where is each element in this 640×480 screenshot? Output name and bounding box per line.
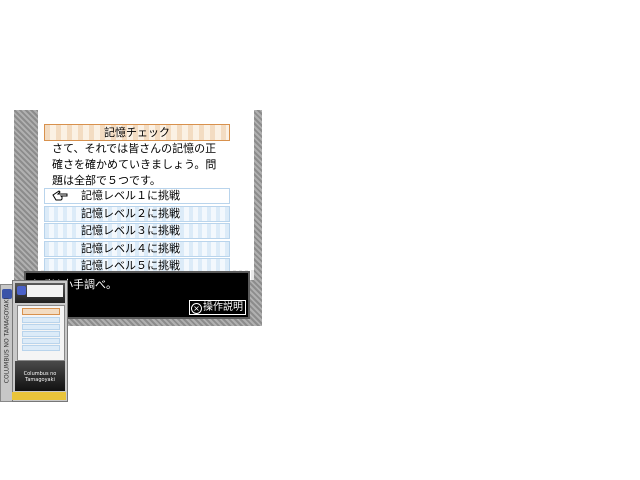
screen-title: 記憶チェック <box>44 124 230 141</box>
intro-line: 確さを確かめていきましょう。問 <box>52 158 217 171</box>
mini-menu-row <box>22 317 60 323</box>
box-title-plate <box>27 285 63 297</box>
mini-menu-row <box>22 324 60 330</box>
menu-item-label: 記憶レベル２に挑戦 <box>81 206 180 220</box>
box-screenshot <box>17 305 65 361</box>
mini-title-bar <box>22 308 60 315</box>
mini-menu-row <box>22 331 60 337</box>
menu-item-label: 記憶レベル１に挑戦 <box>81 189 180 202</box>
level-menu: 記憶レベル１に挑戦 記憶レベル２に挑戦 記憶レベル３に挑戦 記憶レベル４に挑戦 … <box>44 188 230 276</box>
spine-title: COLUMBUS NO TAMAGOYAKI <box>3 297 11 384</box>
box-footer: Columbus no Tamagoyaki <box>15 361 65 391</box>
x-button-icon: × <box>191 303 202 314</box>
intro-line: 題は全部で５つです。 <box>52 174 161 187</box>
menu-item-level-2[interactable]: 記憶レベル２に挑戦 <box>44 205 230 222</box>
help-button[interactable]: × 操作説明 <box>189 300 246 315</box>
intro-text: さて、それでは皆さんの記憶の正 確さを確かめていきましょう。問 題は全部で５つで… <box>52 141 232 189</box>
box-bottom-stripe <box>12 392 66 400</box>
box-header <box>15 283 65 303</box>
menu-item-level-1[interactable]: 記憶レベル１に挑戦 <box>44 188 230 204</box>
menu-item-level-3[interactable]: 記憶レベル３に挑戦 <box>44 223 230 239</box>
mini-menu-row <box>22 345 60 351</box>
mini-menu-row <box>22 338 60 344</box>
console-logo-icon <box>17 286 26 295</box>
box-caption: Columbus no Tamagoyaki <box>23 371 57 383</box>
menu-item-label: 記憶レベル３に挑戦 <box>81 224 180 237</box>
menu-item-level-4[interactable]: 記憶レベル４に挑戦 <box>44 240 230 257</box>
intro-line: さて、それでは皆さんの記憶の正 <box>52 142 217 155</box>
pointing-hand-icon <box>52 190 68 201</box>
menu-item-label: 記憶レベル４に挑戦 <box>81 241 180 255</box>
box-front: Columbus no Tamagoyaki <box>12 280 68 402</box>
game-box-art: COLUMBUS NO TAMAGOYAKI Columbus no Tamag… <box>0 280 68 402</box>
help-button-label: 操作説明 <box>203 302 243 313</box>
